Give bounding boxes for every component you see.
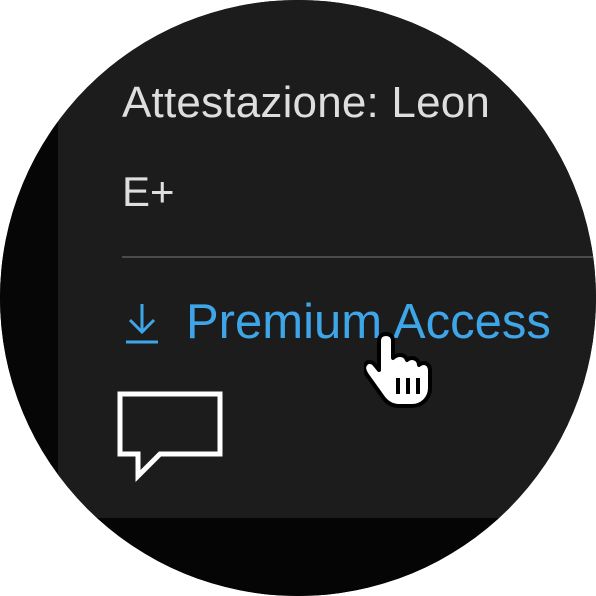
- magnified-view: Attestazione: Leon E+ Premium Access: [0, 0, 596, 596]
- bottom-edge: [0, 518, 596, 596]
- left-edge: [0, 0, 58, 596]
- hand-pointer-icon: [364, 332, 432, 408]
- premium-access-link[interactable]: Premium Access: [120, 290, 551, 354]
- certification-label: Attestazione: Leon: [122, 78, 491, 127]
- rating-value: E+: [122, 168, 175, 215]
- comment-icon[interactable]: [116, 390, 224, 482]
- download-icon: [126, 304, 158, 344]
- divider: [122, 256, 596, 258]
